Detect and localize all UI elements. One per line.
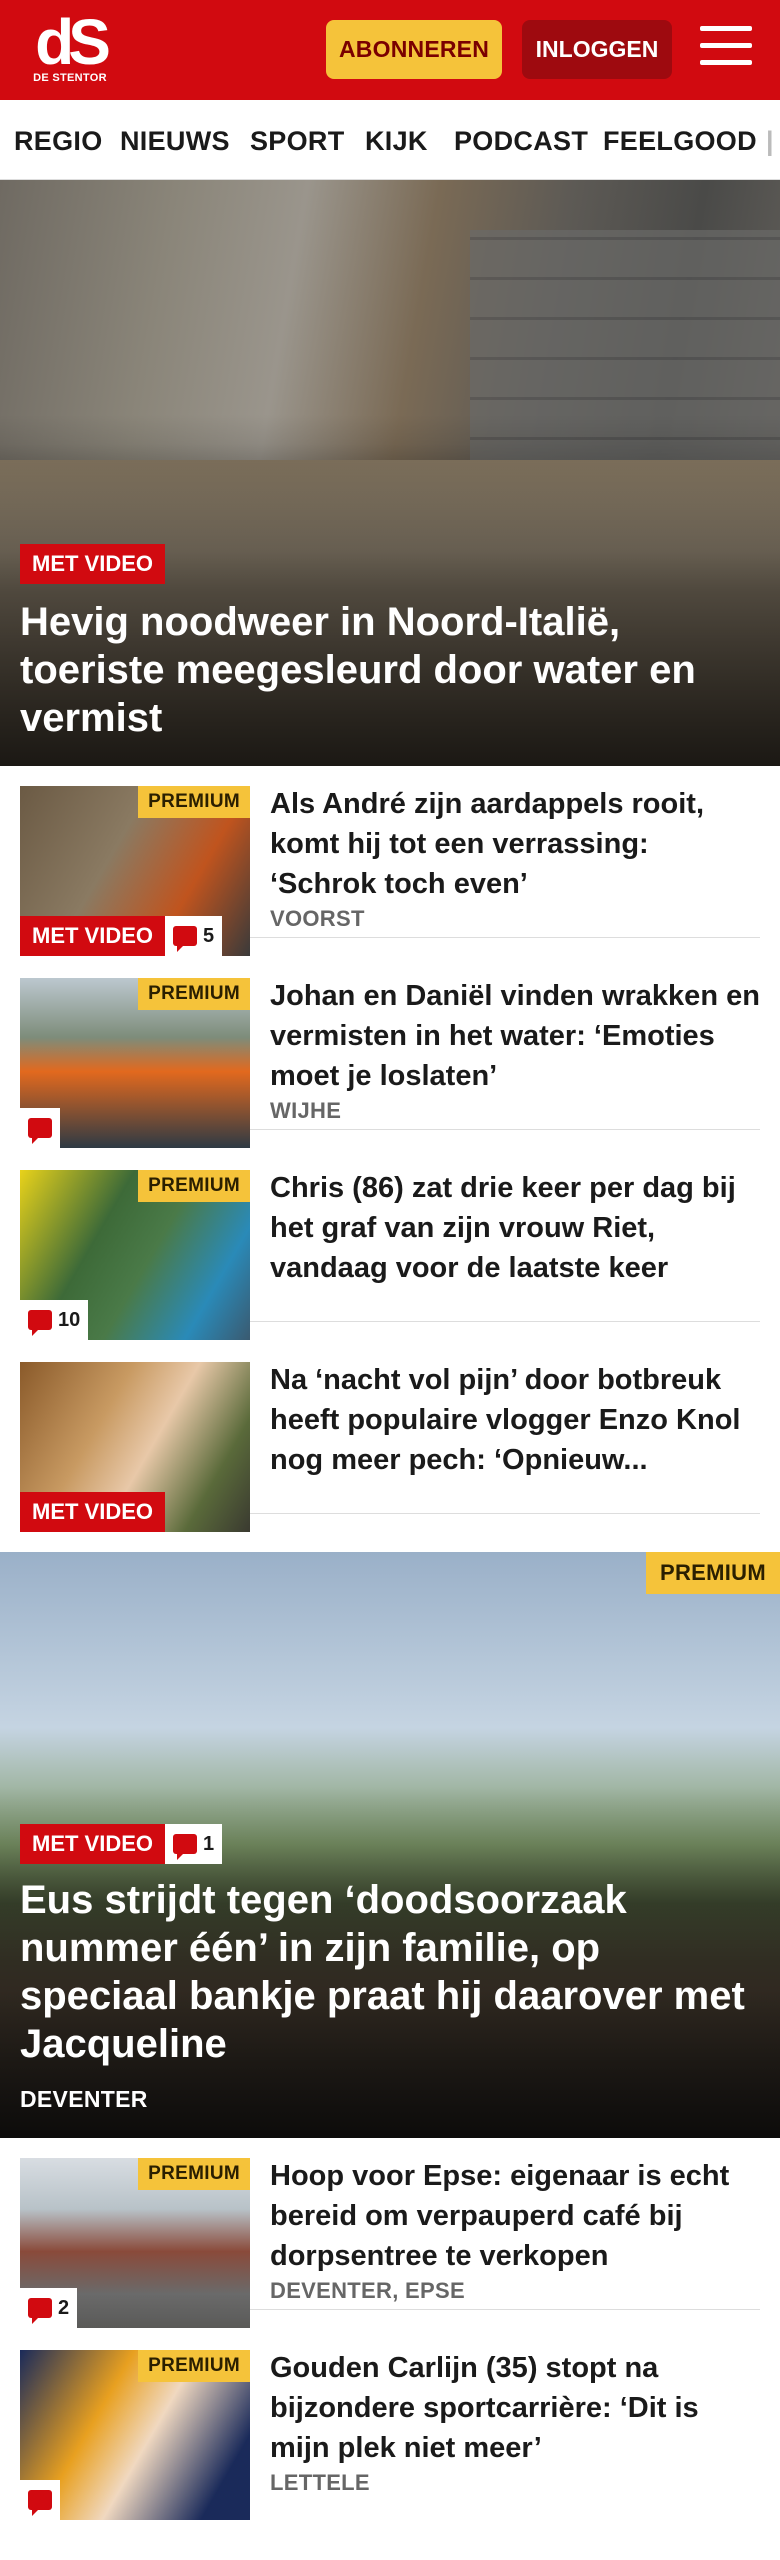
premium-badge: PREMIUM — [138, 786, 250, 818]
comment-count-badge[interactable]: 10 — [20, 1300, 89, 1340]
article-thumbnail[interactable]: PREMIUM MET VIDEO 5 — [20, 786, 250, 956]
video-badge: MET VIDEO — [20, 1492, 166, 1532]
article-title[interactable]: Johan en Daniël vinden wrakken en vermis… — [270, 976, 760, 1096]
article-thumbnail[interactable]: PREMIUM 10 — [20, 1170, 250, 1340]
nav-item-nieuws[interactable]: NIEUWS — [120, 126, 230, 157]
list-item[interactable]: PREMIUM 10 Chris (86) zat drie keer per … — [20, 1150, 760, 1340]
logo-mark: dS — [35, 6, 111, 78]
list-item[interactable]: PREMIUM Gouden Carlijn (35) stopt na bij… — [20, 2330, 760, 2520]
premium-badge: PREMIUM — [646, 1552, 780, 1594]
list-item[interactable]: PREMIUM 2 Hoop voor Epse: eigenaar is ec… — [20, 2138, 760, 2328]
comment-count: 1 — [203, 1832, 215, 1855]
article-thumbnail[interactable]: PREMIUM 2 — [20, 2158, 250, 2328]
article-location: LETTELE — [270, 2470, 370, 2495]
comment-count: 5 — [203, 924, 215, 947]
article-location: VOORST — [270, 906, 365, 931]
premium-badge: PREMIUM — [138, 2350, 250, 2382]
comment-count-badge[interactable] — [20, 1108, 60, 1148]
list-item[interactable]: PREMIUM MET VIDEO 5 Als André zijn aarda… — [20, 766, 760, 956]
comment-icon — [28, 1118, 52, 1144]
feature-title[interactable]: Eus strijdt tegen ‘doodsoorzaak nummer é… — [20, 1876, 760, 2068]
list-item[interactable]: PREMIUM Johan en Daniël vinden wrakken e… — [20, 958, 760, 1148]
article-thumbnail[interactable]: MET VIDEO — [20, 1362, 250, 1532]
article-title[interactable]: Hoop voor Epse: eigenaar is echt bereid … — [270, 2156, 760, 2276]
hero-article[interactable]: MET VIDEO Hevig noodweer in Noord-Italië… — [0, 180, 780, 766]
nav-item-kijk[interactable]: KIJK — [365, 126, 428, 157]
hero-title[interactable]: Hevig noodweer in Noord-Italië, toeriste… — [20, 598, 760, 742]
article-title[interactable]: Gouden Carlijn (35) stopt na bijzondere … — [270, 2348, 760, 2468]
article-thumbnail[interactable]: PREMIUM — [20, 978, 250, 1148]
nav-scroll-hint: | — [766, 126, 774, 156]
hero-badges: MET VIDEO — [20, 544, 166, 584]
logo-subtitle: DE STENTOR — [33, 72, 107, 84]
premium-badge: PREMIUM — [138, 978, 250, 1010]
article-location: WIJHE — [270, 1098, 342, 1123]
site-header: dS DE STENTOR ABONNEREN INLOGGEN — [0, 0, 780, 100]
list-item[interactable]: MET VIDEO Na ‘nacht vol pijn’ door botbr… — [20, 1342, 760, 1532]
comment-icon — [28, 2298, 52, 2324]
comment-icon — [28, 2490, 52, 2516]
hamburger-menu-icon[interactable] — [700, 26, 752, 70]
site-logo[interactable]: dS DE STENTOR — [28, 6, 112, 90]
main-nav: REGIO NIEUWS SPORT KIJK PODCAST FEELGOOD… — [0, 100, 780, 180]
comment-count-badge[interactable]: 5 — [165, 916, 223, 956]
feature-location: DEVENTER — [20, 2086, 148, 2112]
nav-item-podcast[interactable]: PODCAST — [454, 126, 588, 157]
premium-badge: PREMIUM — [138, 1170, 250, 1202]
comment-count-badge[interactable]: 1 — [165, 1824, 223, 1864]
nav-item-sport[interactable]: SPORT — [250, 126, 345, 157]
premium-badge: PREMIUM — [138, 2158, 250, 2190]
comment-icon — [173, 926, 198, 952]
nav-item-feelgood[interactable]: FEELGOOD — [603, 126, 757, 157]
comment-icon — [28, 1310, 52, 1336]
feature-article[interactable]: PREMIUM MET VIDEO 1 Eus strijdt tegen ‘d… — [0, 1552, 780, 2138]
subscribe-button[interactable]: ABONNEREN — [326, 20, 502, 79]
login-button[interactable]: INLOGGEN — [522, 20, 672, 79]
nav-item-regio[interactable]: REGIO — [14, 126, 103, 157]
article-title[interactable]: Chris (86) zat drie keer per dag bij het… — [270, 1168, 760, 1288]
comment-icon — [173, 1834, 198, 1860]
comment-count: 2 — [58, 2296, 70, 2319]
comment-count-badge[interactable] — [20, 2480, 60, 2520]
comment-count: 10 — [58, 1308, 81, 1331]
comment-count-badge[interactable]: 2 — [20, 2288, 78, 2328]
article-title[interactable]: Na ‘nacht vol pijn’ door botbreuk heeft … — [270, 1360, 760, 1480]
article-location: DEVENTER, EPSE — [270, 2278, 465, 2303]
video-badge: MET VIDEO — [20, 544, 166, 584]
video-badge: MET VIDEO — [20, 916, 166, 956]
article-thumbnail[interactable]: PREMIUM — [20, 2350, 250, 2520]
article-title[interactable]: Als André zijn aardappels rooit, komt hi… — [270, 784, 760, 904]
video-badge: MET VIDEO — [20, 1824, 166, 1864]
